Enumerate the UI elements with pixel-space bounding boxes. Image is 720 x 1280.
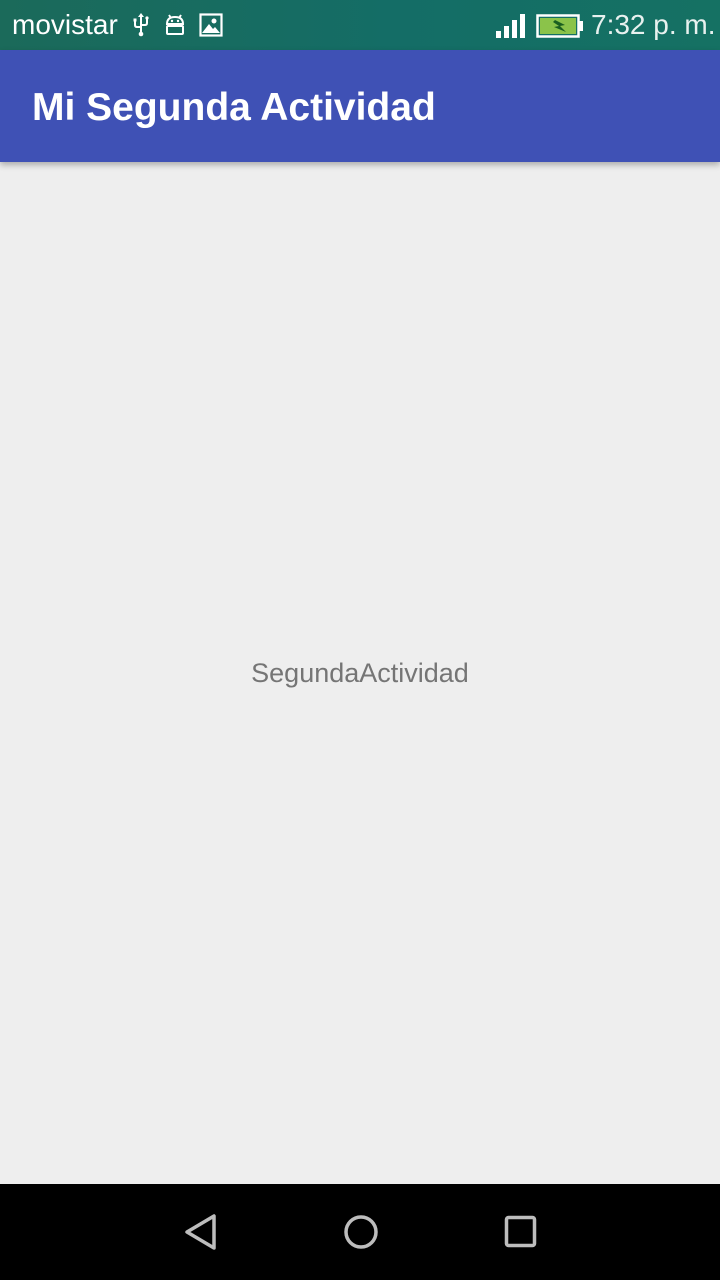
recents-button[interactable] xyxy=(497,1208,545,1256)
main-content: SegundaActividad xyxy=(0,162,720,1184)
navigation-bar xyxy=(0,1184,720,1280)
status-clock: 7:32 p. m. xyxy=(591,9,716,40)
usb-icon xyxy=(128,12,154,38)
activity-label: SegundaActividad xyxy=(251,658,469,688)
recents-icon xyxy=(504,1215,537,1248)
back-button[interactable] xyxy=(178,1208,226,1256)
app-bar: Mi Segunda Actividad xyxy=(0,50,720,162)
status-bar: movistar 7:32 p. m. xyxy=(0,0,720,50)
back-icon xyxy=(185,1214,216,1250)
signal-icon xyxy=(494,12,526,40)
battery-charging-icon xyxy=(536,14,584,38)
phone-screen: movistar 7:32 p. m. Mi Segunda Actividad… xyxy=(0,0,720,1280)
app-title: Mi Segunda Actividad xyxy=(32,86,436,129)
android-debug-icon xyxy=(162,12,188,38)
carrier-name: movistar xyxy=(12,9,118,40)
home-button[interactable] xyxy=(336,1208,384,1256)
home-icon xyxy=(344,1215,378,1249)
image-icon xyxy=(198,12,224,38)
